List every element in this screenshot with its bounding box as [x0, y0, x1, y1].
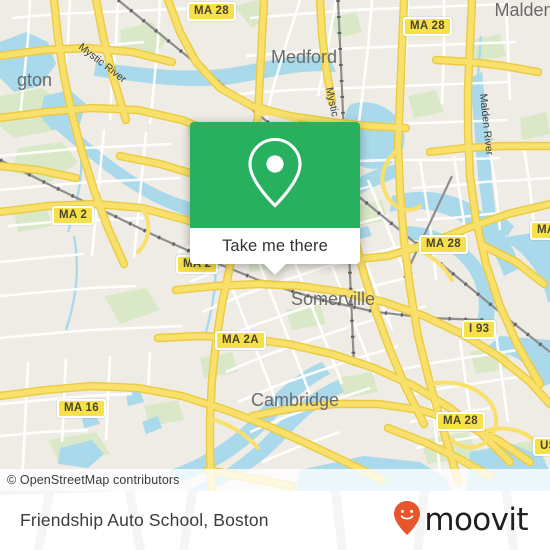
footer-content: Friendship Auto School, Boston moovit: [0, 491, 550, 550]
svg-text:Medford: Medford: [271, 47, 337, 67]
location-popup-card[interactable]: Take me there: [190, 122, 360, 275]
moovit-smiley-pin-icon: [393, 500, 421, 541]
svg-text:Somerville: Somerville: [291, 289, 375, 309]
map-viewport[interactable]: Medford Malden Somerville Cambridge gton…: [0, 0, 550, 491]
moovit-wordmark: moovit: [424, 502, 528, 538]
map-attribution[interactable]: © OpenStreetMap contributors: [0, 469, 550, 491]
moovit-map-page: Medford Malden Somerville Cambridge gton…: [0, 0, 550, 550]
svg-text:gton: gton: [17, 70, 52, 90]
place-title: Friendship Auto School, Boston: [20, 510, 269, 530]
svg-text:Cambridge: Cambridge: [251, 390, 339, 410]
location-pin-icon: [244, 136, 306, 215]
popup-action-bar[interactable]: Take me there: [190, 228, 360, 275]
moovit-logo[interactable]: moovit: [393, 500, 529, 541]
svg-text:Malden: Malden: [494, 0, 550, 20]
popup-header: [190, 122, 360, 228]
page-footer: Friendship Auto School, Boston moovit: [0, 491, 550, 550]
popup-pointer-tail: [264, 264, 286, 275]
take-me-there-label: Take me there: [222, 236, 328, 255]
